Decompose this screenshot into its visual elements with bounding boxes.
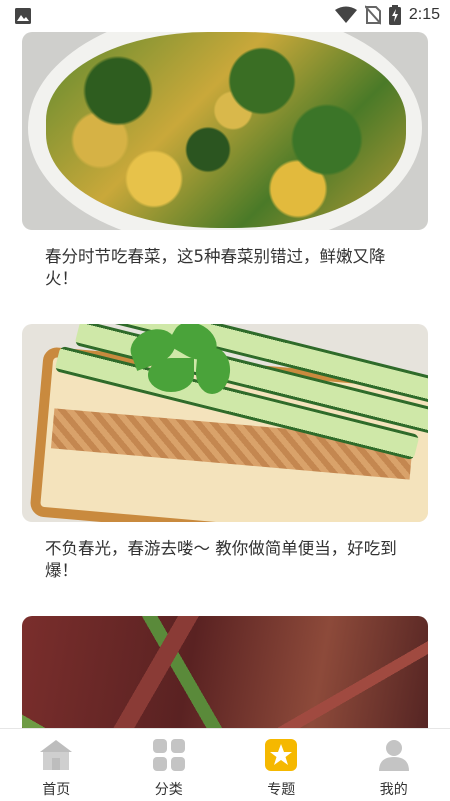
article-card[interactable] (22, 616, 428, 728)
category-grid-icon (151, 737, 187, 773)
nav-home-label: 首页 (42, 779, 70, 799)
nav-category-label: 分类 (155, 779, 183, 799)
no-sim-icon (365, 5, 381, 25)
home-icon (38, 737, 74, 773)
nav-category[interactable]: 分类 (113, 729, 226, 801)
wifi-icon (335, 6, 357, 24)
article-card[interactable]: 不负春光，春游去喽～ 教你做简单便当，好吃到爆！ (22, 324, 428, 582)
article-feed[interactable]: 春分时节吃春菜，这5种春菜别错过，鲜嫩又降火！ 不负春光，春游去喽～ 教你做简单… (0, 32, 450, 728)
user-icon (376, 737, 412, 773)
nav-home[interactable]: 首页 (0, 729, 113, 801)
nav-topics-label: 专题 (267, 779, 295, 799)
article-card[interactable]: 春分时节吃春菜，这5种春菜别错过，鲜嫩又降火！ (22, 32, 428, 290)
nav-topics[interactable]: 专题 (225, 729, 338, 801)
status-bar: 2:15 (0, 0, 450, 32)
article-image-toon-sprouts[interactable] (22, 616, 428, 728)
battery-charging-icon (389, 5, 401, 25)
star-badge-icon (263, 737, 299, 773)
article-image-spinach-egg[interactable] (22, 32, 428, 230)
nav-mine[interactable]: 我的 (338, 729, 450, 801)
article-title[interactable]: 不负春光，春游去喽～ 教你做简单便当，好吃到爆！ (45, 538, 408, 582)
clock: 2:15 (409, 6, 440, 24)
bottom-nav: 首页 分类 专题 我的 (0, 728, 450, 801)
gallery-icon (14, 7, 32, 25)
article-image-cucumber-sandwich[interactable] (22, 324, 428, 522)
nav-mine-label: 我的 (380, 779, 408, 799)
article-title[interactable]: 春分时节吃春菜，这5种春菜别错过，鲜嫩又降火！ (45, 246, 408, 290)
